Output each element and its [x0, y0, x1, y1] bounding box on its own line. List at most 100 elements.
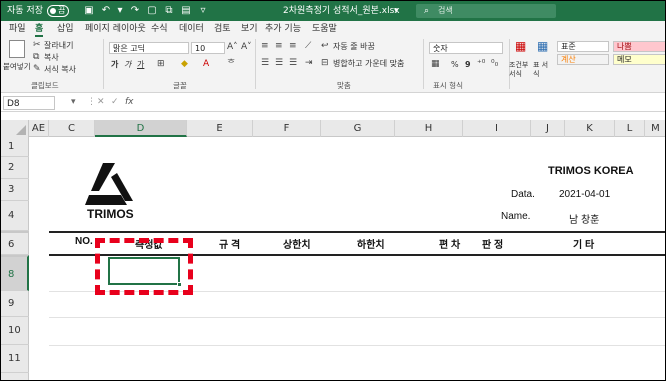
wrap-text-button[interactable]: 자동 줄 바꿈 — [333, 41, 375, 52]
worksheet-grid[interactable]: TRIMOS TRIMOS KOREA Data. 2021-04-01 Nam… — [29, 137, 665, 380]
row-header-2[interactable]: 2 — [1, 157, 29, 179]
font-name-select[interactable]: 맑은 고딕 — [109, 42, 189, 54]
column-header-ae[interactable]: AE — [29, 120, 49, 137]
tab-view[interactable]: 보기 — [241, 23, 258, 35]
copy-button[interactable]: 복사 — [44, 52, 59, 63]
italic-button[interactable]: 가 — [124, 59, 131, 70]
tab-insert[interactable]: 삽입 — [57, 23, 74, 35]
undo-icon[interactable]: ↶ — [100, 4, 112, 17]
column-header-j[interactable]: J — [531, 120, 565, 137]
phonetic-icon[interactable]: ᄒ — [227, 59, 235, 70]
cut-button[interactable]: 잘라내기 — [44, 40, 73, 51]
column-header-l[interactable]: L — [615, 120, 645, 137]
align-right-icon[interactable]: ☰ — [289, 58, 297, 69]
format-as-table-button[interactable]: 표 서식 — [533, 61, 553, 79]
style-note[interactable]: 메모 — [613, 54, 665, 65]
number-format-select[interactable]: 숫자 — [429, 42, 503, 54]
row-header-9[interactable]: 9 — [1, 291, 29, 317]
style-bad[interactable]: 나쁨 — [613, 41, 665, 52]
decrease-font-icon[interactable]: A˅ — [241, 42, 252, 53]
row-header-1[interactable]: 1 — [1, 137, 29, 157]
row-header-4[interactable]: 4 — [1, 201, 29, 231]
align-middle-icon[interactable]: ≡ — [275, 41, 283, 52]
insert-function-icon[interactable]: fx — [125, 97, 134, 108]
customize-toolbar-icon[interactable]: ▿ — [197, 4, 209, 17]
style-normal[interactable]: 표준 — [557, 41, 609, 52]
column-header-c[interactable]: C — [49, 120, 95, 137]
copy-icon[interactable]: ⧉ — [163, 4, 175, 17]
tab-formulas[interactable]: 수식 — [151, 23, 168, 35]
paste-button[interactable]: 붙여넣기 — [3, 61, 31, 72]
header-judgement: 판 정 — [482, 240, 504, 251]
header-lower-limit: 하한치 — [357, 240, 385, 251]
increase-font-icon[interactable]: A˄ — [227, 42, 238, 53]
column-header-e[interactable]: E — [187, 120, 253, 137]
row-header-10[interactable]: 10 — [1, 317, 29, 345]
tab-add-ins[interactable]: 추가 기능 — [265, 23, 301, 35]
align-top-icon[interactable]: ≡ — [261, 41, 269, 52]
comma-button[interactable]: 9 — [465, 59, 471, 70]
redo-icon[interactable]: ↷ — [129, 4, 141, 17]
style-calculation[interactable]: 계산 — [557, 54, 609, 65]
search-box[interactable]: ⌕ 검색 — [416, 4, 556, 18]
row-header-8[interactable]: 8 — [1, 255, 29, 291]
date-value: 2021-04-01 — [559, 189, 611, 200]
merge-center-button[interactable]: 병합하고 가운데 맞춤 — [333, 58, 404, 69]
header-upper-limit: 상한치 — [283, 240, 311, 251]
row-header-3[interactable]: 3 — [1, 179, 29, 201]
header-top-border — [49, 231, 665, 233]
column-header-i[interactable]: I — [463, 120, 531, 137]
conditional-format-button[interactable]: 조건부 서식 — [509, 61, 529, 79]
percent-button[interactable]: % — [451, 59, 459, 70]
font-size-select[interactable]: 10 — [191, 42, 225, 54]
formula-input[interactable] — [141, 96, 661, 110]
row-header-6[interactable]: 6 — [1, 231, 29, 255]
header-deviation: 편 차 — [439, 240, 461, 251]
font-color-icon[interactable]: A — [203, 59, 209, 70]
column-header-g[interactable]: G — [321, 120, 395, 137]
select-all-button[interactable] — [1, 120, 29, 137]
search-placeholder: 검색 — [438, 6, 453, 15]
align-bottom-icon[interactable]: ≡ — [289, 41, 297, 52]
tab-home[interactable]: 홈 — [35, 23, 44, 37]
gridline — [49, 317, 665, 318]
bold-button[interactable]: 가 — [111, 59, 118, 70]
paste-icon[interactable] — [9, 40, 25, 58]
print-preview-icon[interactable]: ▤ — [180, 4, 192, 17]
orientation-icon[interactable]: ⟋ — [305, 41, 311, 52]
toggle-knob-icon — [50, 8, 56, 14]
name-box-dropdown-icon[interactable]: ▾ — [71, 97, 76, 108]
new-file-icon[interactable]: ▢ — [146, 4, 158, 17]
column-header-f[interactable]: F — [253, 120, 321, 137]
tab-file[interactable]: 파일 — [9, 23, 26, 35]
tab-page-layout[interactable]: 페이지 레이아웃 — [85, 23, 146, 35]
row-header-11[interactable]: 11 — [1, 345, 29, 373]
conditional-format-icon: ▦ — [515, 39, 527, 53]
name-box-value: D8 — [7, 99, 20, 109]
undo-dropdown-icon[interactable]: ▾ — [114, 4, 126, 17]
tab-data[interactable]: 데이터 — [179, 23, 204, 35]
borders-icon[interactable]: ⊞ — [157, 59, 165, 70]
tab-help[interactable]: 도움말 — [312, 23, 337, 35]
file-name-dropdown-icon[interactable]: ▾ — [394, 5, 399, 17]
enter-icon[interactable]: ✓ — [111, 97, 119, 108]
format-painter-button[interactable]: 서식 복사 — [44, 64, 76, 75]
group-divider — [103, 39, 104, 89]
tab-review[interactable]: 검토 — [214, 23, 231, 35]
cancel-icon[interactable]: ✕ — [97, 97, 105, 108]
align-center-icon[interactable]: ☰ — [275, 58, 283, 69]
fill-color-icon[interactable]: ◆ — [181, 59, 188, 70]
increase-decimal-icon[interactable]: ⁺⁰ — [477, 59, 485, 70]
decrease-decimal-icon[interactable]: ⁰₀ — [491, 59, 498, 70]
column-header-m[interactable]: M — [645, 120, 665, 137]
align-left-icon[interactable]: ☰ — [261, 58, 269, 69]
column-header-h[interactable]: H — [395, 120, 463, 137]
column-header-k[interactable]: K — [565, 120, 615, 137]
currency-icon[interactable]: ▦ — [431, 59, 440, 70]
indent-icon[interactable]: ⇥ — [305, 58, 313, 69]
save-icon[interactable]: ▣ — [83, 4, 95, 17]
column-header-d[interactable]: D — [95, 120, 187, 137]
autosave-toggle[interactable]: 끔 — [47, 5, 69, 17]
name-box[interactable]: D8 — [3, 96, 55, 110]
underline-button[interactable]: 가 — [137, 59, 144, 70]
